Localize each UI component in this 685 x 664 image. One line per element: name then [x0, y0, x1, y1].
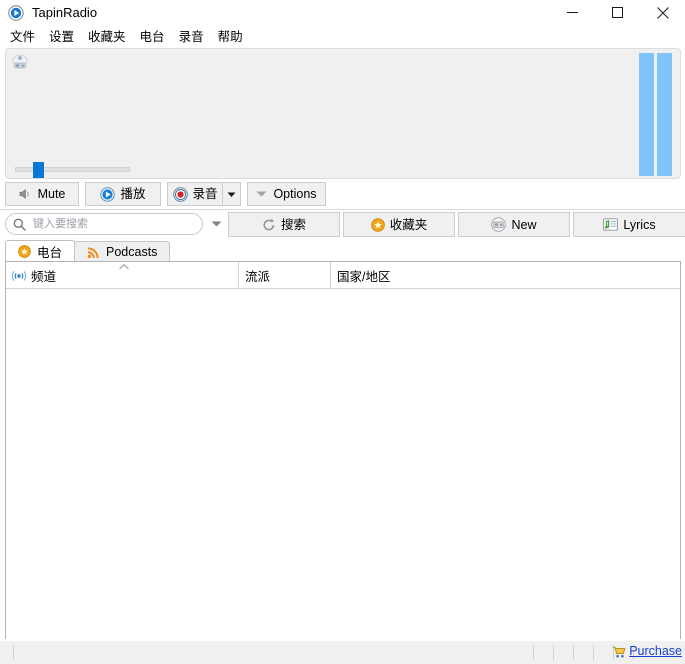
menu-item-settings[interactable]: 设置 — [42, 28, 81, 46]
favorites-button-label: 收藏夹 — [389, 217, 428, 232]
record-button-label: 录音 — [192, 187, 218, 201]
new-button-label: New — [511, 217, 537, 232]
station-list: 频道 流派 国家/地区 — [5, 261, 681, 639]
star-icon — [18, 245, 31, 258]
lyrics-button[interactable]: Lyrics — [573, 212, 685, 237]
list-header: 频道 流派 国家/地区 — [6, 262, 680, 289]
search-input[interactable]: 键入要搜索 — [5, 213, 203, 235]
chevron-down-icon — [211, 220, 222, 228]
vu-bar-right — [657, 53, 672, 176]
status-separator — [533, 645, 534, 660]
sort-ascending-icon — [118, 263, 130, 271]
column-header-country[interactable]: 国家/地区 — [330, 262, 678, 288]
play-circle-icon — [8, 4, 24, 21]
window-controls — [550, 0, 685, 25]
status-separator — [13, 645, 14, 660]
broadcast-icon — [12, 268, 26, 282]
search-button-label: 搜索 — [280, 217, 306, 232]
new-button[interactable]: New — [458, 212, 570, 237]
options-button-label: Options — [273, 187, 317, 201]
menu-item-recording[interactable]: 录音 — [172, 28, 211, 46]
seek-slider[interactable] — [15, 161, 130, 179]
transport-bar: Mute 播放 录音 Options — [5, 182, 326, 206]
tapinradio-window: TapinRadio 文件 设置 收藏夹 电台 录音 帮助 Mute 播放 录音… — [0, 0, 685, 664]
lyrics-icon — [603, 218, 619, 231]
play-button-label: 播放 — [120, 187, 146, 201]
column-header-genre-label: 流派 — [245, 269, 271, 284]
status-separator — [573, 645, 574, 660]
column-header-genre[interactable]: 流派 — [238, 262, 330, 288]
tab-bar: 电台 Podcasts — [5, 240, 171, 262]
menu-item-help[interactable]: 帮助 — [211, 28, 250, 46]
star-icon — [370, 217, 385, 232]
triangle-down-icon — [227, 191, 236, 198]
search-input-placeholder: 键入要搜索 — [33, 218, 88, 230]
column-header-country-label: 国家/地区 — [337, 269, 391, 284]
menu-item-file[interactable]: 文件 — [3, 28, 42, 46]
menu-item-favorites[interactable]: 收藏夹 — [81, 28, 133, 46]
status-separator — [593, 645, 594, 660]
chevron-down-icon — [256, 190, 267, 198]
purchase-link[interactable]: Purchase — [629, 644, 682, 659]
cart-icon — [612, 645, 626, 659]
menu-item-stations[interactable]: 电台 — [133, 28, 172, 46]
radio-icon — [491, 217, 507, 232]
status-separator — [553, 645, 554, 660]
player-panel — [5, 48, 681, 179]
rss-icon — [87, 246, 100, 259]
tab-podcasts[interactable]: Podcasts — [74, 241, 171, 262]
list-body[interactable] — [6, 289, 680, 639]
menu-bar: 文件 设置 收藏夹 电台 录音 帮助 — [0, 27, 685, 46]
speaker-mute-icon — [19, 188, 33, 200]
search-icon — [13, 218, 26, 231]
vu-bar-left — [639, 53, 654, 176]
record-icon — [172, 186, 188, 202]
search-refresh-icon — [262, 218, 276, 232]
tab-podcasts-label: Podcasts — [106, 245, 158, 259]
options-button[interactable]: Options — [247, 182, 326, 206]
play-button[interactable]: 播放 — [85, 182, 161, 206]
seek-slider-thumb[interactable] — [33, 162, 44, 178]
search-row: 键入要搜索 搜索 收藏夹 New Lyrics — [0, 212, 685, 240]
record-dropdown-button[interactable] — [223, 182, 241, 206]
title-bar: TapinRadio — [0, 0, 685, 25]
record-button[interactable]: 录音 — [167, 182, 223, 206]
tab-stations[interactable]: 电台 — [5, 240, 76, 262]
search-history-dropdown[interactable] — [206, 213, 226, 235]
column-header-channel[interactable]: 频道 — [6, 262, 238, 288]
lyrics-button-label: Lyrics — [623, 217, 656, 232]
record-button-group: 录音 — [167, 182, 241, 206]
purchase-link-group[interactable]: Purchase — [612, 644, 682, 659]
tab-stations-label: 电台 — [37, 246, 63, 260]
column-header-channel-label: 频道 — [31, 269, 57, 284]
favorites-button[interactable]: 收藏夹 — [343, 212, 455, 237]
radio-station-icon — [11, 53, 29, 71]
mute-button-label: Mute — [37, 187, 66, 201]
mute-button[interactable]: Mute — [5, 182, 79, 206]
minimize-button[interactable] — [550, 0, 595, 25]
status-bar: Purchase — [0, 640, 685, 664]
maximize-button[interactable] — [595, 0, 640, 25]
vu-meter-group — [639, 53, 673, 176]
transport-divider — [0, 209, 685, 210]
play-icon — [100, 186, 116, 202]
window-title: TapinRadio — [32, 4, 98, 20]
search-button[interactable]: 搜索 — [228, 212, 340, 237]
close-button[interactable] — [640, 0, 685, 25]
